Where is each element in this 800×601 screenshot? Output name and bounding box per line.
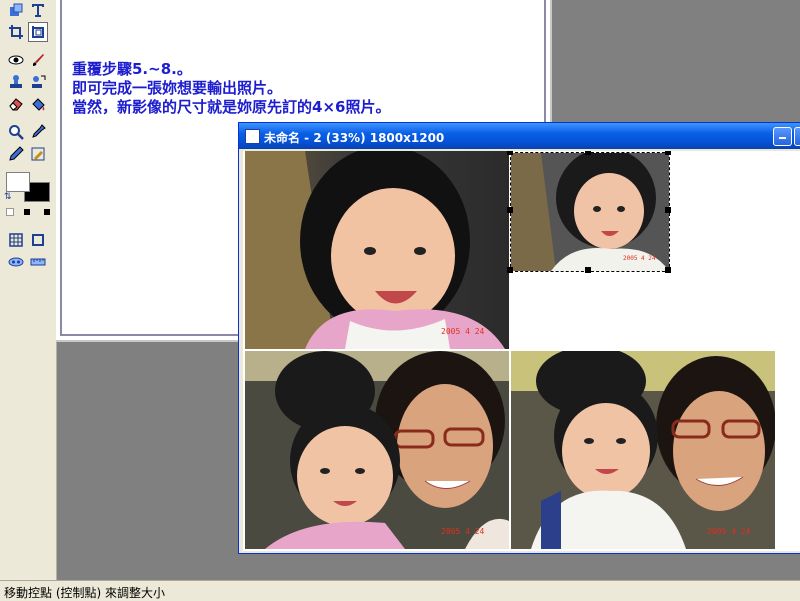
resize-handle-sw[interactable] bbox=[507, 267, 513, 273]
eraser-icon[interactable] bbox=[6, 94, 26, 114]
photo-baby-closeup[interactable]: 2005 4 24 bbox=[245, 151, 509, 349]
resize-handle-s[interactable] bbox=[585, 267, 591, 273]
shape-icon[interactable] bbox=[6, 0, 26, 20]
maximize-button[interactable] bbox=[794, 127, 800, 146]
resize-handle-se[interactable] bbox=[665, 267, 671, 273]
status-message: 移動控點 (控制點) 來調整大小 bbox=[4, 586, 165, 600]
selection-marquee[interactable] bbox=[510, 152, 670, 272]
resize-handle-ne[interactable] bbox=[665, 151, 671, 155]
eyedropper-icon[interactable] bbox=[28, 122, 48, 142]
crop-grid-icon[interactable] bbox=[28, 22, 48, 42]
resize-handle-w[interactable] bbox=[507, 207, 513, 213]
photo-mother-and-baby-2[interactable]: 2005 4 24 bbox=[511, 351, 775, 549]
text-icon[interactable] bbox=[28, 0, 48, 20]
black-mini-swatch-2[interactable] bbox=[44, 209, 50, 215]
resize-handle-e[interactable] bbox=[665, 207, 671, 213]
resize-handle-nw[interactable] bbox=[507, 151, 513, 155]
eye-icon[interactable] bbox=[6, 50, 26, 70]
black-mini-swatch[interactable] bbox=[24, 209, 30, 215]
image-window[interactable]: 未命名 - 2 (33%) 1800x1200 2005 4 24 2005 4… bbox=[238, 122, 800, 554]
date-stamp: 2005 4 24 bbox=[707, 527, 751, 536]
status-bar: 移動控點 (控制點) 來調整大小 bbox=[0, 580, 800, 601]
date-stamp: 2005 4 24 bbox=[441, 327, 485, 336]
swap-colors-icon[interactable]: ⇅ bbox=[4, 192, 12, 202]
minimize-button[interactable] bbox=[773, 127, 792, 146]
stamp-icon[interactable] bbox=[6, 72, 26, 92]
mask-icon[interactable] bbox=[6, 252, 26, 272]
photo-mother-and-baby-1[interactable]: 2005 4 24 bbox=[245, 351, 509, 549]
pencil-icon[interactable] bbox=[6, 144, 26, 164]
instruction-line-3: 當然，新影像的尺寸就是妳原先訂的4×6照片。 bbox=[72, 98, 391, 116]
crop-icon[interactable] bbox=[6, 22, 26, 42]
window-title: 未命名 - 2 (33%) 1800x1200 bbox=[264, 131, 445, 145]
resize-handle-n[interactable] bbox=[585, 151, 591, 155]
retouch-icon[interactable] bbox=[28, 144, 48, 164]
fill-icon[interactable] bbox=[28, 94, 48, 114]
window-title-bar[interactable]: 未命名 - 2 (33%) 1800x1200 bbox=[239, 123, 800, 149]
date-stamp: 2005 4 24 bbox=[441, 527, 485, 536]
zoom-icon[interactable] bbox=[6, 122, 26, 142]
tool-palette: ⇅ bbox=[0, 0, 57, 580]
default-colors-icon[interactable] bbox=[6, 208, 14, 216]
grid-icon[interactable] bbox=[6, 230, 26, 250]
clone-icon[interactable] bbox=[28, 72, 48, 92]
brush-icon[interactable] bbox=[28, 50, 48, 70]
instruction-line-2: 即可完成一張妳想要輸出照片。 bbox=[72, 79, 283, 97]
document-icon bbox=[245, 129, 260, 144]
image-canvas[interactable]: 2005 4 24 2005 4 24 2005 4 24 2005 4 24 bbox=[243, 151, 800, 551]
foreground-color-swatch[interactable] bbox=[6, 172, 30, 192]
ruler-icon[interactable] bbox=[28, 252, 48, 272]
instruction-line-1: 重覆步驟5.~8.。 bbox=[72, 60, 192, 78]
frame-icon[interactable] bbox=[28, 230, 48, 250]
